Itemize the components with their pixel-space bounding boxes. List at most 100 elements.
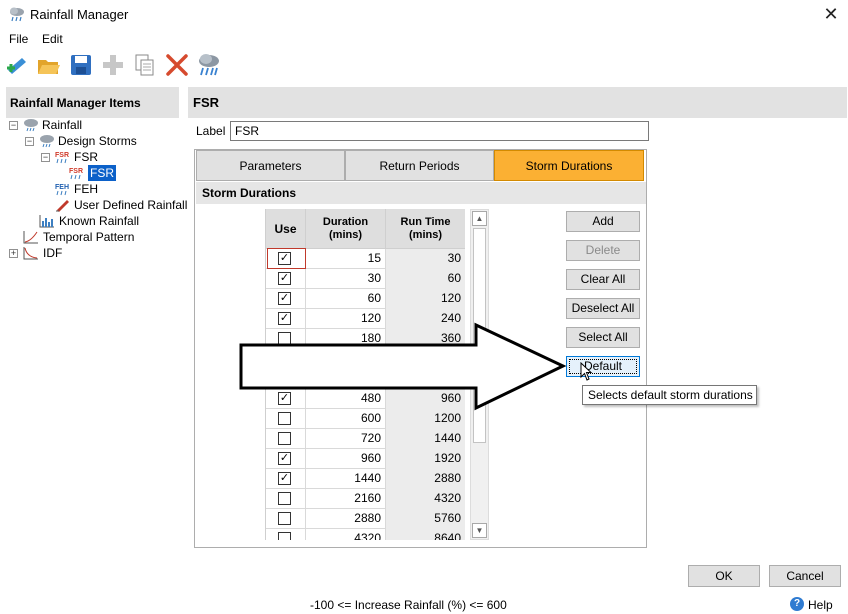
use-checkbox[interactable] (278, 492, 291, 505)
duration-cell[interactable]: 30 (306, 269, 386, 289)
table-row[interactable]: ✓ 30 60 (266, 269, 465, 289)
title-bar: Rainfall Manager ✕ (0, 0, 848, 30)
rain-cloud-icon (10, 7, 24, 22)
tab-return-periods[interactable]: Return Periods (345, 150, 494, 181)
runtime-cell: 2880 (386, 469, 465, 489)
use-cell: ✓ (266, 469, 306, 489)
add-button[interactable]: Add (566, 211, 640, 232)
feh-icon: FEH (55, 184, 69, 196)
menu-edit[interactable]: Edit (42, 32, 63, 46)
use-cell (266, 409, 306, 429)
status-text: -100 <= Increase Rainfall (%) <= 600 (310, 598, 507, 612)
select-all-button[interactable]: Select All (566, 327, 640, 348)
duration-cell[interactable]: 60 (306, 289, 386, 309)
column-header-runtime: Run Time (mins) (386, 209, 465, 249)
duration-cell[interactable]: 960 (306, 449, 386, 469)
section-title: Storm Durations (196, 182, 646, 204)
table-row[interactable]: 600 1200 (266, 409, 465, 429)
table-row[interactable]: 720 1440 (266, 429, 465, 449)
use-checkbox[interactable] (278, 412, 291, 425)
table-row[interactable]: ✓ 60 120 (266, 289, 465, 309)
label-field[interactable]: FSR (230, 121, 649, 141)
cell-focus-outline (267, 248, 306, 269)
tree-label: FSR (74, 150, 98, 164)
add-icon[interactable] (100, 52, 126, 78)
table-row[interactable]: 2880 5760 (266, 509, 465, 529)
open-folder-icon[interactable] (36, 52, 62, 78)
use-checkbox[interactable] (278, 432, 291, 445)
tooltip: Selects default storm durations (582, 385, 757, 405)
use-checkbox[interactable]: ✓ (278, 272, 291, 285)
runtime-cell: 120 (386, 289, 465, 309)
runtime-cell: 60 (386, 269, 465, 289)
column-header-use: Use (266, 209, 306, 249)
use-checkbox[interactable] (278, 532, 291, 540)
tab-storm-durations[interactable]: Storm Durations (494, 150, 644, 181)
table-row[interactable]: ✓ 960 1920 (266, 449, 465, 469)
svg-text:FEH: FEH (55, 184, 69, 191)
duration-cell[interactable]: 2880 (306, 509, 386, 529)
mouse-cursor-icon (580, 362, 593, 381)
scroll-up-icon[interactable]: ▲ (472, 211, 487, 226)
use-checkbox[interactable]: ✓ (278, 472, 291, 485)
runtime-cell: 1200 (386, 409, 465, 429)
fsr-icon: FSR (55, 152, 69, 164)
toolbar (0, 50, 848, 80)
table-row[interactable]: 2160 4320 (266, 489, 465, 509)
deselect-all-button[interactable]: Deselect All (566, 298, 640, 319)
svg-text:FSR: FSR (69, 168, 83, 175)
use-cell: ✓ (266, 248, 306, 269)
use-cell (266, 489, 306, 509)
bar-chart-icon (39, 215, 54, 228)
duration-cell[interactable]: 15 (306, 249, 386, 269)
rainfall-manager-window: Rainfall Manager ✕ File Edit Rainfall Ma… (0, 0, 848, 614)
collapse-icon[interactable]: − (41, 153, 50, 162)
tree-label: IDF (43, 246, 63, 260)
duration-cell[interactable]: 720 (306, 429, 386, 449)
table-row[interactable]: ✓ 15 30 (266, 248, 465, 269)
scroll-down-icon[interactable]: ▼ (472, 523, 487, 538)
duration-cell[interactable]: 2160 (306, 489, 386, 509)
tree-label: User Defined Rainfall (74, 198, 188, 212)
rainfall-icon[interactable] (196, 52, 222, 78)
use-checkbox[interactable]: ✓ (278, 452, 291, 465)
delete-icon[interactable] (164, 52, 190, 78)
collapse-icon[interactable]: − (9, 121, 18, 130)
duration-cell[interactable]: 4320 (306, 529, 386, 540)
new-icon[interactable] (4, 52, 30, 78)
clear-all-button[interactable]: Clear All (566, 269, 640, 290)
default-button[interactable]: Default (566, 356, 640, 377)
copy-icon[interactable] (132, 52, 158, 78)
ok-button[interactable]: OK (688, 565, 760, 587)
page-title: FSR (188, 87, 847, 118)
runtime-cell: 1920 (386, 449, 465, 469)
use-cell: ✓ (266, 449, 306, 469)
runtime-cell: 5760 (386, 509, 465, 529)
cancel-button[interactable]: Cancel (769, 565, 841, 587)
tree-label: FEH (74, 182, 98, 196)
curve-chart-icon (23, 247, 38, 260)
duration-cell[interactable]: 1440 (306, 469, 386, 489)
help-link[interactable]: Help (808, 598, 833, 612)
runtime-cell: 4320 (386, 489, 465, 509)
save-icon[interactable] (68, 52, 94, 78)
table-row[interactable]: ✓ 1440 2880 (266, 469, 465, 489)
tree-label: FSR (88, 165, 116, 181)
tree-label: Temporal Pattern (43, 230, 135, 244)
collapse-icon[interactable]: − (25, 137, 34, 146)
use-cell: ✓ (266, 269, 306, 289)
tree-label: Known Rainfall (59, 214, 140, 228)
delete-button[interactable]: Delete (566, 240, 640, 261)
use-checkbox[interactable] (278, 512, 291, 525)
table-row[interactable]: 4320 8640 (266, 529, 465, 540)
tree-label: Design Storms (58, 134, 137, 148)
curve-chart-icon (23, 231, 38, 244)
expand-icon[interactable]: + (9, 249, 18, 258)
duration-cell[interactable]: 600 (306, 409, 386, 429)
use-checkbox[interactable]: ✓ (278, 292, 291, 305)
help-icon[interactable]: ? (790, 597, 804, 611)
menu-file[interactable]: File (9, 32, 28, 46)
close-icon[interactable]: ✕ (818, 4, 844, 26)
use-cell (266, 509, 306, 529)
tab-parameters[interactable]: Parameters (196, 150, 345, 181)
